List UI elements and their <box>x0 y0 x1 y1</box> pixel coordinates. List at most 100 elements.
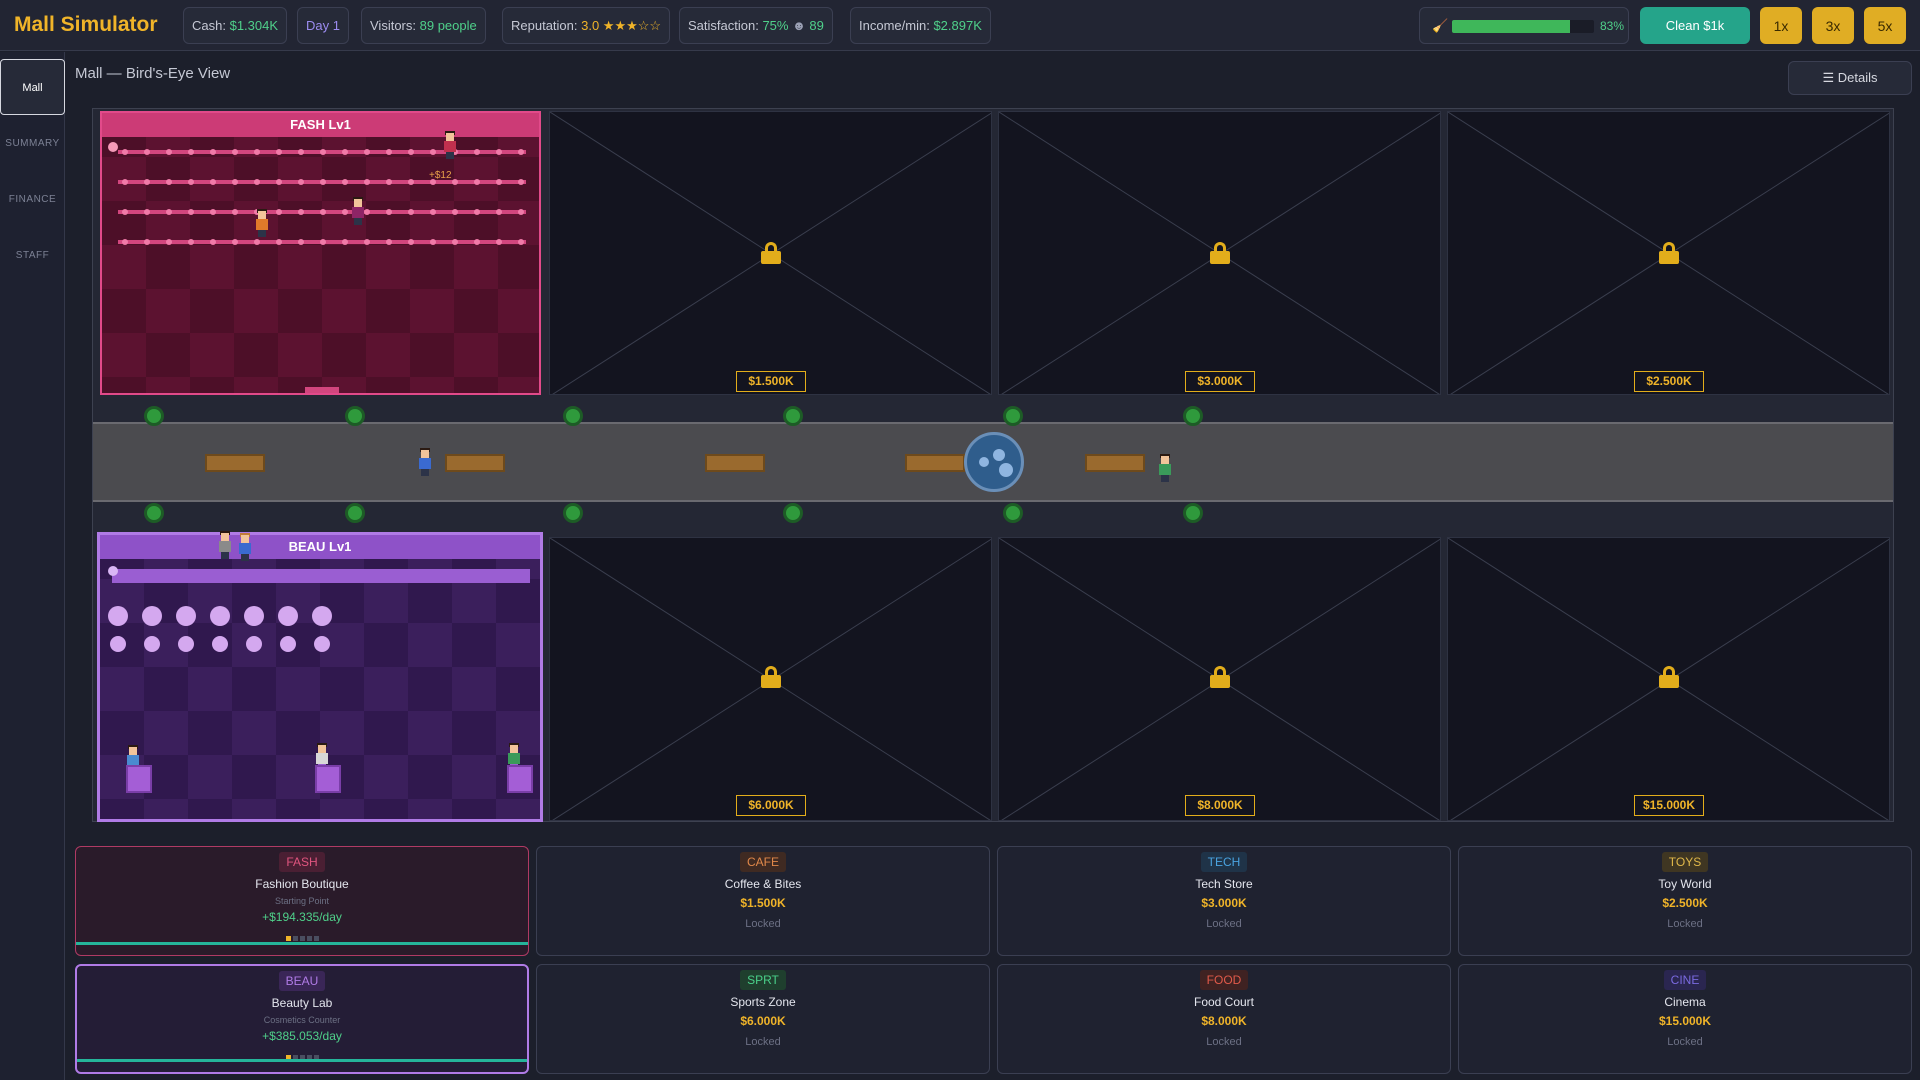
store-price: $6.000K <box>740 1014 786 1028</box>
hanger <box>496 179 502 185</box>
hanger <box>144 209 150 215</box>
satisfaction-value: 75% <box>762 18 789 33</box>
fashion-store[interactable]: FASH Lv1 +$12 <box>100 111 541 395</box>
store-card-toys[interactable]: TOYS Toy World $2.500K Locked <box>1458 846 1912 956</box>
speed-3x-button[interactable]: 3x <box>1812 7 1854 44</box>
locked-slot[interactable]: $2.500K <box>1447 111 1890 395</box>
clean-button[interactable]: Clean $1k <box>1640 7 1750 44</box>
sidebar: Mall SUMMARY FINANCE STAFF <box>0 52 65 1080</box>
hanger <box>320 209 326 215</box>
store-card-cafe[interactable]: CAFE Coffee & Bites $1.500K Locked <box>536 846 990 956</box>
level-indicator <box>77 1047 527 1060</box>
details-button[interactable]: ☰ Details <box>1788 61 1912 95</box>
hanger <box>276 149 282 155</box>
hanger <box>166 239 172 245</box>
hanger <box>144 179 150 185</box>
cosmetic-product <box>144 636 160 652</box>
locked-slot[interactable]: $1.500K <box>549 111 992 395</box>
day-value: Day 1 <box>306 18 340 33</box>
bench <box>445 454 505 472</box>
locked-slot[interactable]: $3.000K <box>998 111 1441 395</box>
hanger <box>166 209 172 215</box>
shopper <box>443 131 457 159</box>
hanger <box>320 179 326 185</box>
reputation-label: Reputation: <box>511 18 578 33</box>
store-name: Cinema <box>1664 995 1706 1009</box>
store-name: Beauty Lab <box>271 996 333 1010</box>
hanger <box>210 239 216 245</box>
speed-1x-button[interactable]: 1x <box>1760 7 1802 44</box>
hanger <box>188 239 194 245</box>
hanger <box>254 179 260 185</box>
store-name: Sports Zone <box>730 995 796 1009</box>
store-price: $15.000K <box>1658 1014 1712 1028</box>
potted-plant <box>1003 406 1023 426</box>
sidebar-item-finance[interactable]: FINANCE <box>0 172 65 228</box>
floating-income: +$12 <box>429 170 452 181</box>
salon-chair <box>507 765 533 793</box>
cosmetic-product <box>312 606 332 626</box>
cleanliness-percent: 83% <box>1600 19 1625 33</box>
store-card-fashion[interactable]: FASH Fashion Boutique Starting Point +$1… <box>75 846 529 956</box>
locked-slot[interactable]: $15.000K <box>1447 537 1890 821</box>
shopper <box>418 448 432 476</box>
store-card-sports[interactable]: SPRT Sports Zone $6.000K Locked <box>536 964 990 1074</box>
hanger <box>430 209 436 215</box>
store-status: Locked <box>1206 918 1242 930</box>
broom-icon: 🧹 <box>1432 18 1449 33</box>
sidebar-item-mall[interactable]: Mall <box>0 59 65 115</box>
sidebar-item-staff[interactable]: STAFF <box>0 228 65 284</box>
store-tag: TOYS <box>1661 852 1709 872</box>
potted-plant <box>563 503 583 523</box>
sidebar-item-summary[interactable]: SUMMARY <box>0 116 65 172</box>
hanger <box>342 179 348 185</box>
locked-slot[interactable]: $6.000K <box>549 537 992 821</box>
hanger <box>474 209 480 215</box>
potted-plant <box>783 406 803 426</box>
store-tag: FOOD <box>1199 970 1249 990</box>
cosmetic-product <box>212 636 228 652</box>
store-card-beauty[interactable]: BEAU Beauty Lab Cosmetics Counter +$385.… <box>75 964 529 1074</box>
hanger <box>188 209 194 215</box>
shopper <box>255 209 269 237</box>
cosmetic-product <box>210 606 230 626</box>
store-card-tech[interactable]: TECH Tech Store $3.000K Locked <box>997 846 1451 956</box>
lock-icon <box>761 666 781 688</box>
store-income: +$385.053/day <box>262 1029 342 1043</box>
hanger <box>452 209 458 215</box>
hanger <box>122 179 128 185</box>
store-tag: CAFE <box>739 852 786 872</box>
satisfaction-label: Satisfaction: <box>688 18 759 33</box>
hanger <box>122 239 128 245</box>
store-tag: SPRT <box>740 970 786 990</box>
hanger <box>232 149 238 155</box>
store-name: Tech Store <box>1195 877 1253 891</box>
beauty-store[interactable]: BEAU Lv1 <box>97 531 543 822</box>
store-marker <box>108 566 118 576</box>
hanger <box>342 149 348 155</box>
store-income: +$194.335/day <box>262 910 342 924</box>
speed-5x-button[interactable]: 5x <box>1864 7 1906 44</box>
locked-slot[interactable]: $8.000K <box>998 537 1441 821</box>
bench <box>905 454 965 472</box>
hanger <box>254 239 260 245</box>
hanger <box>474 149 480 155</box>
hanger <box>276 179 282 185</box>
store-status: Locked <box>745 1036 781 1048</box>
store-tag: FASH <box>279 852 325 872</box>
top-bar: Mall Simulator Cash: $1.304K Day 1 Visit… <box>0 0 1920 51</box>
hanger <box>232 239 238 245</box>
store-tag: TECH <box>1200 852 1248 872</box>
bench <box>705 454 765 472</box>
hanger <box>276 209 282 215</box>
store-card-cinema[interactable]: CINE Cinema $15.000K Locked <box>1458 964 1912 1074</box>
hanger <box>408 149 414 155</box>
store-card-food[interactable]: FOOD Food Court $8.000K Locked <box>997 964 1451 1074</box>
hanger <box>320 149 326 155</box>
hanger <box>386 239 392 245</box>
hanger <box>430 239 436 245</box>
shopper <box>218 531 232 559</box>
shopper <box>1158 454 1172 482</box>
shopper <box>238 533 252 561</box>
potted-plant <box>1183 406 1203 426</box>
